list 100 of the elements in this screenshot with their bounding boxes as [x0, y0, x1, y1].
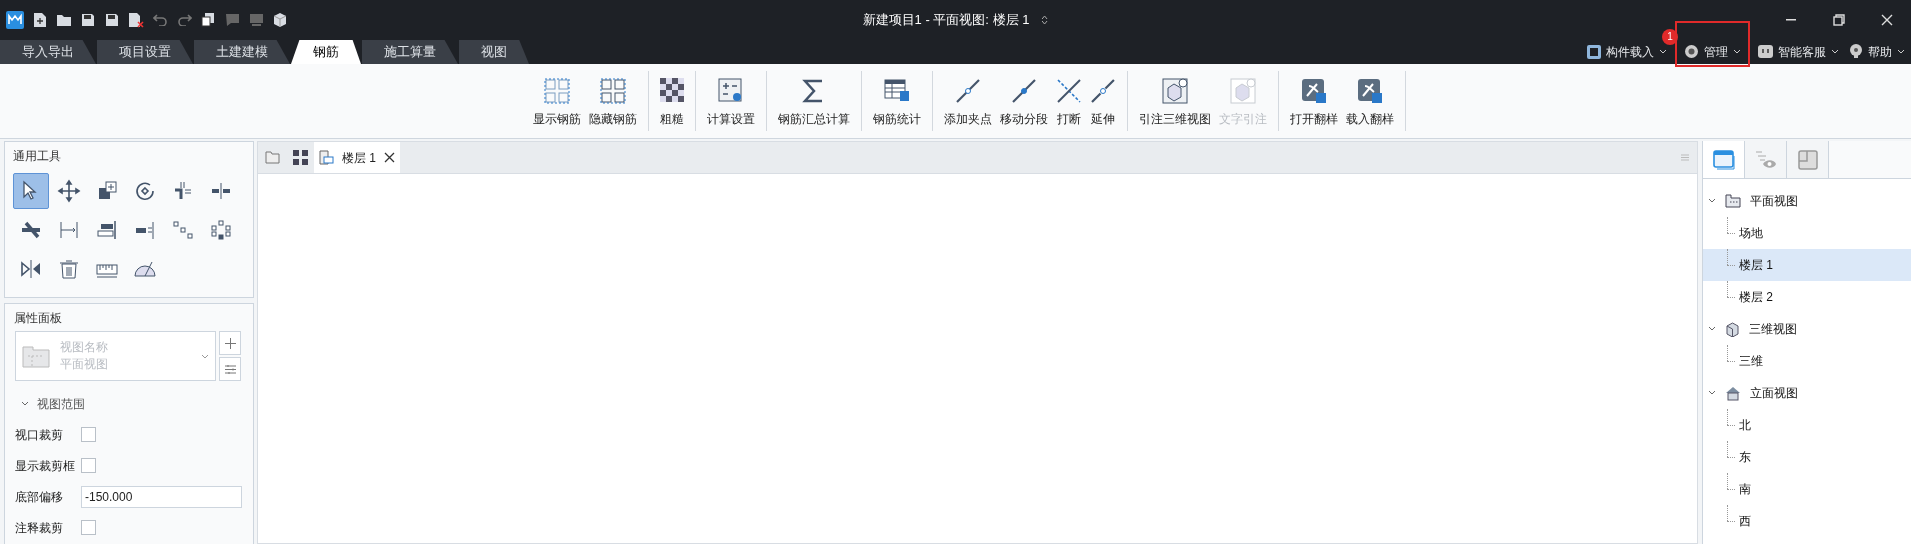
- tree-item[interactable]: 楼层 2: [1703, 281, 1911, 313]
- sort-icon: [1041, 14, 1049, 25]
- field-label: 视口裁剪: [15, 426, 64, 444]
- house-icon: [1725, 385, 1741, 401]
- caret-icon: [1831, 49, 1839, 54]
- tree-item[interactable]: 三维: [1703, 345, 1911, 377]
- field-label: 显示裁剪框: [15, 457, 76, 475]
- new-file-icon[interactable]: [33, 11, 47, 28]
- cube-icon: [1229, 78, 1256, 104]
- tree-item[interactable]: 东: [1703, 441, 1911, 473]
- table-icon: [883, 78, 910, 102]
- close-file-icon[interactable]: [128, 11, 144, 28]
- settings-button[interactable]: [219, 357, 241, 381]
- tree-node[interactable]: 三维视图: [1703, 313, 1911, 345]
- document-tab[interactable]: 楼层 1: [314, 142, 400, 173]
- input-field[interactable]: -150.000: [81, 485, 242, 508]
- layers-icon[interactable]: [249, 12, 264, 27]
- close-icon: [384, 152, 395, 163]
- menu-button[interactable]: 智能客服: [1758, 39, 1839, 64]
- minimize-icon: [1786, 18, 1796, 21]
- trash-icon: [57, 257, 81, 281]
- tree-item[interactable]: 楼层 1: [1703, 249, 1911, 281]
- ribbon-tab[interactable]: 施工算量: [362, 40, 458, 64]
- line-segment-icon: [1010, 78, 1037, 104]
- cube-icon[interactable]: [273, 12, 287, 27]
- ribbon-tab[interactable]: 视图: [459, 40, 529, 64]
- comment-icon[interactable]: [225, 12, 240, 27]
- tree-node[interactable]: 立面视图: [1703, 377, 1911, 409]
- save-as-icon[interactable]: [104, 12, 119, 27]
- line-segment-icon: [1089, 78, 1116, 104]
- grid-icon: [292, 150, 308, 165]
- menu-button[interactable]: 帮助: [1849, 39, 1905, 64]
- field-label: 底部偏移: [15, 488, 64, 506]
- tree-item[interactable]: 西: [1703, 505, 1911, 537]
- ribbon-tab[interactable]: 钢筋: [291, 40, 361, 64]
- ribbon-button[interactable]: 打开翻样: [1286, 74, 1341, 128]
- caret-icon: [1659, 49, 1667, 54]
- ribbon-button[interactable]: 计算设置: [703, 74, 758, 128]
- panel-title: 通用工具: [13, 148, 62, 165]
- checkbox[interactable]: [81, 520, 96, 535]
- copy-icon[interactable]: [201, 12, 216, 27]
- menu-icon: [1681, 154, 1689, 161]
- chevron-down-icon: [201, 353, 209, 359]
- checkbox[interactable]: [81, 427, 96, 442]
- ribbon-button[interactable]: 移动分段: [996, 74, 1051, 128]
- redo-icon[interactable]: [177, 13, 192, 26]
- ribbon-tab[interactable]: 项目设置: [97, 40, 193, 64]
- align-icon: [95, 218, 119, 242]
- array-icon: [171, 218, 195, 242]
- ribbon-button[interactable]: 载入翻样: [1342, 74, 1397, 128]
- plan-view-icon: [22, 344, 50, 368]
- plan-view-icon: [319, 150, 334, 165]
- tree-item[interactable]: 南: [1703, 473, 1911, 505]
- chat-icon: [1758, 45, 1773, 58]
- checkbox[interactable]: [81, 458, 96, 473]
- save-icon[interactable]: [81, 12, 95, 27]
- panel-title: 属性面板: [14, 310, 63, 327]
- rebar-grid-icon: [543, 78, 570, 104]
- tool-button[interactable]: [13, 173, 49, 209]
- mirror-icon: [19, 257, 43, 281]
- ribbon-button[interactable]: 粗糙: [656, 74, 687, 128]
- tree-node[interactable]: 平面视图: [1703, 185, 1911, 217]
- undo-icon[interactable]: [153, 13, 168, 26]
- window-icon: [1712, 149, 1735, 170]
- chevron-down-icon: [1708, 325, 1716, 333]
- plan-view-icon: [1725, 194, 1741, 208]
- folder-icon: [264, 151, 280, 164]
- box-icon: [1797, 149, 1818, 170]
- ribbon-button[interactable]: 添加夹点: [940, 74, 995, 128]
- plus-icon: [224, 337, 236, 349]
- chevron-down-icon: [21, 400, 29, 408]
- section-header[interactable]: 视图范围: [21, 395, 85, 413]
- menu-button[interactable]: 管理: [1677, 22, 1748, 65]
- calculator-icon: [717, 78, 744, 104]
- folder-icon[interactable]: [56, 12, 72, 27]
- ribbon-button[interactable]: 引注三维视图: [1135, 74, 1214, 128]
- ribbon-tab[interactable]: 导入导出: [0, 40, 96, 64]
- group-icon: [209, 218, 233, 242]
- app-logo-icon[interactable]: [6, 10, 24, 29]
- ribbon-button[interactable]: 钢筋统计: [869, 74, 924, 128]
- ribbon-button[interactable]: 延伸: [1086, 74, 1119, 128]
- ribbon-button[interactable]: 打断: [1052, 74, 1085, 128]
- line-segment-icon: [954, 78, 981, 104]
- ribbon-button[interactable]: 显示钢筋: [529, 74, 584, 128]
- cube-icon: [1161, 78, 1188, 104]
- rebar-grid-icon: [599, 78, 626, 104]
- sliders-icon: [224, 364, 236, 374]
- ribbon-tab[interactable]: 土建建模: [194, 40, 290, 64]
- chevron-down-icon: [1708, 197, 1716, 205]
- browser-tab[interactable]: [1703, 141, 1745, 178]
- restore-icon: [1833, 13, 1845, 26]
- tree-item[interactable]: 北: [1703, 409, 1911, 441]
- chevron-down-icon: [1708, 389, 1716, 397]
- add-button[interactable]: [219, 331, 241, 355]
- checker-icon: [659, 78, 684, 102]
- caret-icon: [1733, 49, 1741, 54]
- ribbon-button[interactable]: 隐藏钢筋: [585, 74, 640, 128]
- caret-icon: [1897, 49, 1905, 54]
- tree-item[interactable]: 场地: [1703, 217, 1911, 249]
- ribbon-button[interactable]: 钢筋汇总计算: [774, 74, 853, 128]
